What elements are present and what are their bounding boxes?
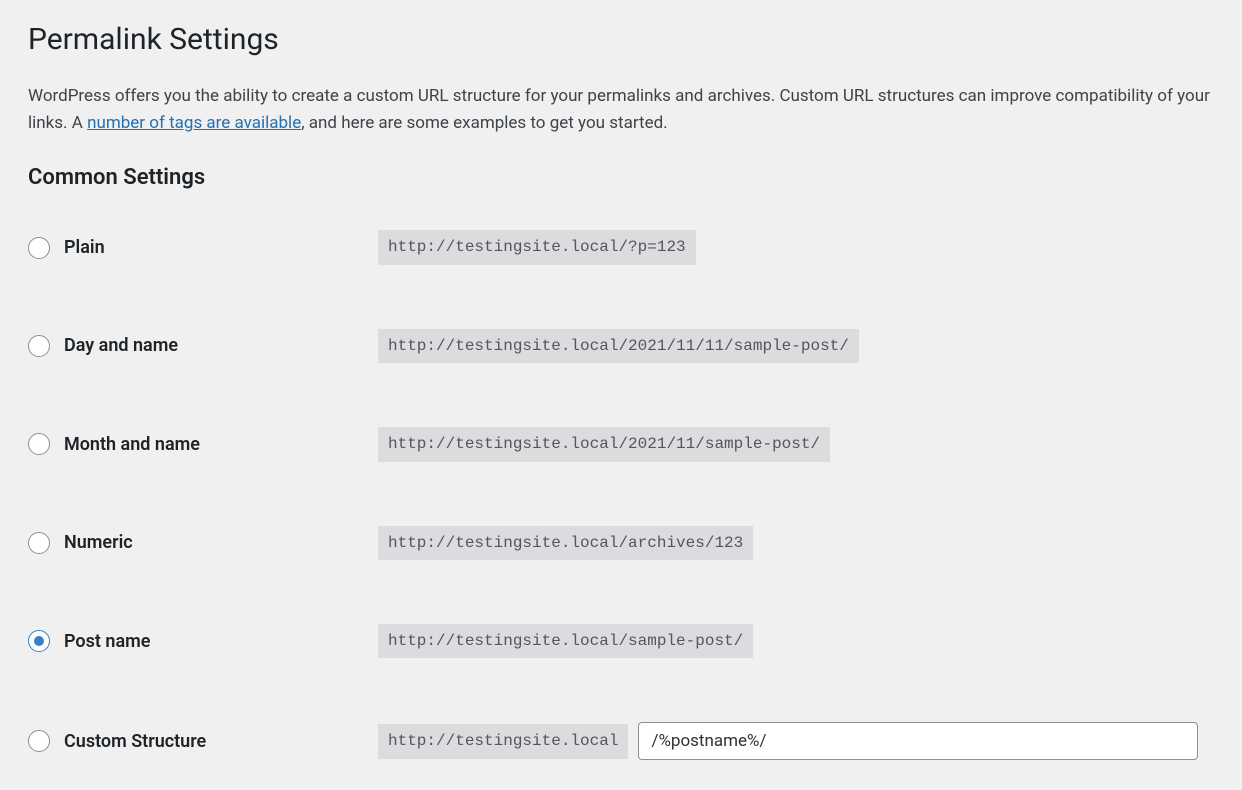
option-row-day-name: Day and name http://testingsite.local/20… [28, 329, 1214, 363]
label-day-name[interactable]: Day and name [64, 335, 178, 356]
page-description: WordPress offers you the ability to crea… [28, 83, 1214, 137]
description-text-after: , and here are some examples to get you … [301, 113, 667, 133]
radio-month-name[interactable] [28, 433, 50, 455]
label-custom[interactable]: Custom Structure [64, 731, 206, 752]
option-row-month-name: Month and name http://testingsite.local/… [28, 427, 1214, 461]
tags-available-link[interactable]: number of tags are available [87, 113, 301, 133]
radio-custom[interactable] [28, 730, 50, 752]
common-settings-heading: Common Settings [28, 165, 1214, 190]
example-month-name: http://testingsite.local/2021/11/sample-… [378, 427, 830, 461]
option-row-plain: Plain http://testingsite.local/?p=123 [28, 230, 1214, 264]
radio-numeric[interactable] [28, 532, 50, 554]
option-row-post-name: Post name http://testingsite.local/sampl… [28, 624, 1214, 658]
label-plain[interactable]: Plain [64, 237, 105, 258]
custom-structure-input[interactable] [638, 722, 1198, 760]
option-row-custom: Custom Structure http://testingsite.loca… [28, 722, 1214, 760]
example-plain: http://testingsite.local/?p=123 [378, 230, 696, 264]
radio-day-name[interactable] [28, 335, 50, 357]
example-day-name: http://testingsite.local/2021/11/11/samp… [378, 329, 859, 363]
permalink-options-table: Plain http://testingsite.local/?p=123 Da… [28, 230, 1214, 760]
page-title: Permalink Settings [28, 20, 1214, 59]
custom-prefix: http://testingsite.local [378, 724, 628, 758]
example-post-name: http://testingsite.local/sample-post/ [378, 624, 753, 658]
label-numeric[interactable]: Numeric [64, 532, 133, 553]
option-row-numeric: Numeric http://testingsite.local/archive… [28, 526, 1214, 560]
label-month-name[interactable]: Month and name [64, 434, 200, 455]
example-numeric: http://testingsite.local/archives/123 [378, 526, 753, 560]
radio-post-name[interactable] [28, 630, 50, 652]
radio-plain[interactable] [28, 237, 50, 259]
label-post-name[interactable]: Post name [64, 631, 150, 652]
